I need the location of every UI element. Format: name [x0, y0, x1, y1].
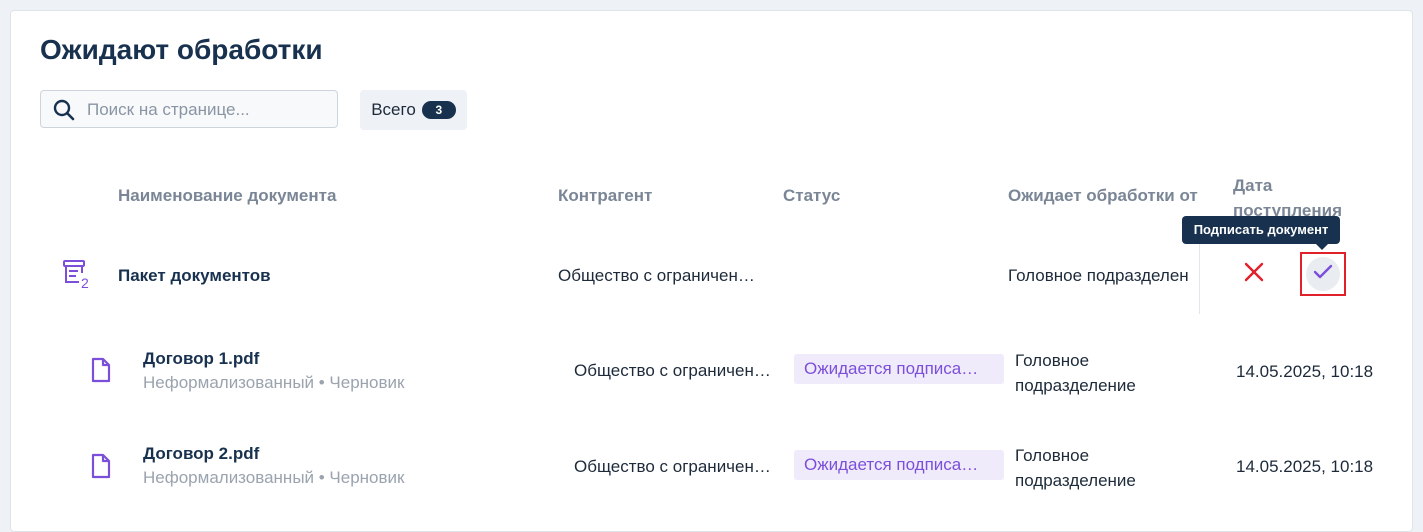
document-awaiting-from: Головное подразделение — [1015, 351, 1136, 395]
sign-button-circle — [1306, 257, 1340, 291]
document-counterparty: Общество с ограничен… — [574, 361, 771, 380]
document-meta: Неформализованный • Черновик — [143, 468, 405, 487]
package-count-subscript: 2 — [81, 275, 89, 291]
file-icon — [90, 357, 114, 383]
sign-tooltip-arrow — [1315, 243, 1329, 250]
close-icon — [1244, 262, 1264, 287]
total-filter-chip[interactable]: Всего 3 — [360, 90, 467, 130]
package-counterparty: Общество с ограничен… — [558, 266, 755, 285]
column-header-status[interactable]: Статус — [783, 186, 840, 206]
document-received-date: 14.05.2025, 10:18 — [1236, 457, 1374, 476]
search-icon — [53, 99, 75, 121]
sign-button[interactable] — [1300, 252, 1346, 296]
status-badge: Ожидается подписа… — [794, 354, 1004, 384]
file-icon — [90, 453, 114, 479]
total-label: Всего — [371, 100, 416, 119]
document-name[interactable]: Договор 2.pdf — [143, 444, 259, 464]
column-header-document-name[interactable]: Наименование документа — [118, 186, 336, 206]
document-awaiting-from: Головное подразделение — [1015, 446, 1136, 490]
document-meta: Неформализованный • Черновик — [143, 373, 405, 392]
sign-tooltip: Подписать документ — [1182, 216, 1340, 244]
column-header-counterparty[interactable]: Контрагент — [558, 186, 652, 206]
column-header-awaiting-from[interactable]: Ожидает обработки от — [1008, 186, 1198, 206]
search-input[interactable] — [85, 91, 329, 129]
reject-button[interactable] — [1236, 256, 1272, 292]
package-name[interactable]: Пакет документов — [118, 266, 271, 286]
document-received-date: 14.05.2025, 10:18 — [1236, 362, 1374, 381]
status-badge: Ожидается подписа… — [794, 450, 1004, 480]
document-counterparty: Общество с ограничен… — [574, 457, 771, 476]
document-name[interactable]: Договор 1.pdf — [143, 349, 259, 369]
search-field[interactable] — [40, 90, 338, 129]
total-count-badge: 3 — [421, 101, 456, 119]
page-title: Ожидают обработки — [40, 34, 323, 65]
package-awaiting-from: Головное подразделен — [1008, 266, 1189, 285]
checkmark-icon — [1313, 264, 1333, 285]
actions-divider — [1199, 240, 1200, 314]
